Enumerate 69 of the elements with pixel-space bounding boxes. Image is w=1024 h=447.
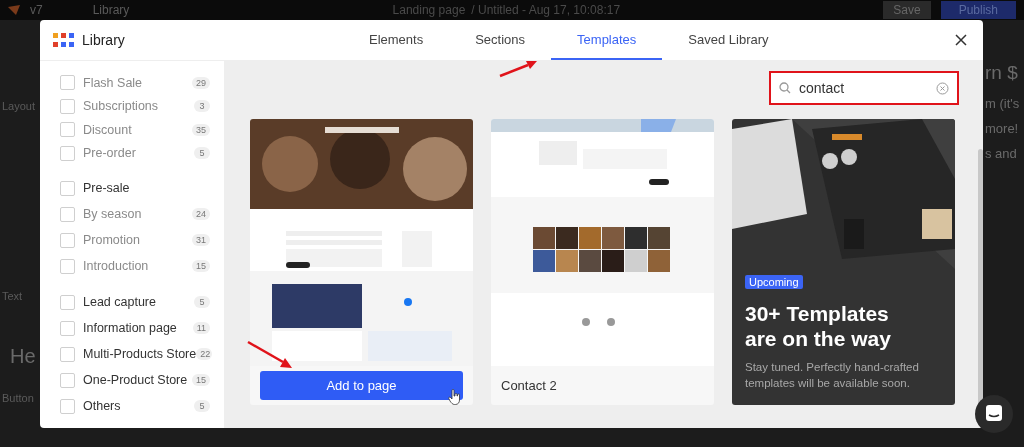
chat-button[interactable] (975, 395, 1013, 433)
clear-icon[interactable] (936, 81, 949, 95)
card-description: Stay tuned. Perfectly hand-crafted templates will be available soon. (745, 360, 920, 391)
count-badge: 5 (194, 296, 210, 308)
category-label[interactable]: Discount (83, 122, 192, 137)
checkbox[interactable] (60, 75, 75, 91)
page-text: m (it's (985, 96, 1020, 111)
count-badge: 5 (194, 147, 210, 160)
checkbox[interactable] (60, 145, 75, 161)
modal-title: Library (82, 32, 125, 48)
page-title: Landing page (392, 3, 466, 17)
template-name: Contact 2 (501, 378, 557, 393)
category-label[interactable]: Multi-Products Store (83, 347, 197, 361)
category-label[interactable]: Flash Sale (83, 75, 192, 90)
checkbox[interactable] (60, 206, 75, 222)
checkbox[interactable] (60, 258, 75, 274)
tab[interactable]: Sections (449, 20, 552, 60)
count-badge: 15 (192, 260, 210, 272)
panel-label: Button (2, 392, 34, 404)
count-badge: 31 (192, 234, 210, 246)
count-badge: 15 (192, 374, 210, 386)
search-field[interactable]: contact (799, 80, 855, 96)
heading-preview: He (10, 345, 36, 368)
upcoming-badge: Upcoming (745, 275, 803, 289)
count-badge: 35 (192, 123, 210, 136)
close-icon[interactable] (955, 34, 967, 46)
category-label[interactable]: By season (83, 207, 192, 221)
checkbox[interactable] (60, 232, 75, 248)
category-label[interactable]: Subscriptions (83, 99, 194, 114)
category-label[interactable]: Pre-order (83, 146, 194, 161)
category-label[interactable]: Introduction (83, 259, 192, 273)
checkbox[interactable] (60, 372, 75, 388)
annotation-arrow (498, 58, 538, 78)
page-text: rn $ (985, 62, 1019, 84)
page-text: more! (985, 121, 1020, 136)
tab[interactable]: Saved Library (662, 20, 795, 60)
count-badge: 5 (194, 400, 210, 412)
panel-label: Layout (2, 100, 36, 112)
checkbox[interactable] (60, 320, 75, 336)
logo-icon (8, 5, 20, 15)
count-badge: 3 (194, 100, 210, 113)
count-badge: 11 (192, 322, 210, 334)
category-label[interactable]: Others (83, 399, 194, 413)
tab[interactable]: Elements (343, 20, 450, 60)
checkbox[interactable] (60, 98, 75, 114)
search-bar[interactable]: contact (769, 71, 959, 105)
card-title: 30+ Templates are on the way (745, 301, 892, 351)
version-label: v7 (30, 3, 43, 17)
document-title: / Untitled - Aug 17, 10:08:17 (471, 3, 621, 17)
panel-label: Text (2, 290, 23, 302)
logo-icon (53, 33, 74, 47)
category-label[interactable]: Information page (83, 321, 193, 335)
checkbox[interactable] (60, 180, 75, 196)
checkbox[interactable] (60, 398, 75, 414)
count-badge: 22 (196, 348, 213, 360)
category-label[interactable]: One-Product Store (83, 373, 192, 387)
checkbox[interactable] (60, 122, 75, 138)
library-label: Library (92, 3, 130, 17)
page-text: s and (985, 146, 1018, 161)
count-badge: 29 (192, 76, 210, 89)
annotation-arrow (246, 340, 294, 370)
category-label[interactable]: Promotion (83, 233, 192, 247)
category-label[interactable]: Lead capture (83, 295, 194, 309)
checkbox[interactable] (60, 294, 75, 310)
search-icon (779, 82, 791, 94)
add-to-page-button[interactable]: Add to page (260, 371, 463, 400)
checkbox[interactable] (60, 346, 75, 362)
count-badge: 24 (192, 208, 210, 220)
category-label[interactable]: Pre-sale (83, 181, 210, 195)
